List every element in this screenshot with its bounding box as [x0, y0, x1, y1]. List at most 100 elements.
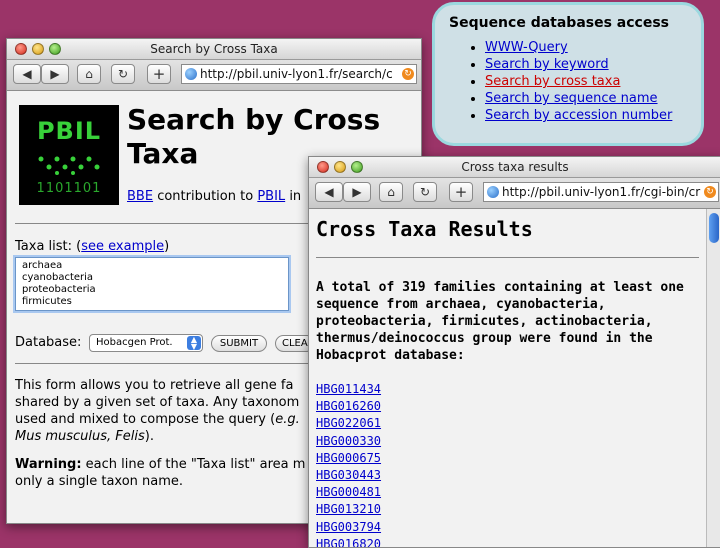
forward-button[interactable]: ▶	[343, 182, 371, 202]
submit-button[interactable]: SUBMIT	[211, 335, 267, 352]
desc-line: shared by a given set of taxa. Any taxon…	[15, 395, 300, 410]
go-icon[interactable]: ↻	[402, 68, 414, 80]
window-controls	[15, 43, 61, 55]
result-link[interactable]: HBG013210	[316, 501, 381, 518]
panel-item: Search by cross taxa	[485, 73, 689, 90]
result-link[interactable]: HBG011434	[316, 381, 381, 398]
results-window: Cross taxa results ◀ ▶ ⌂ ↻ + http://pbil…	[308, 156, 720, 548]
link-search-by-keyword[interactable]: Search by keyword	[485, 57, 609, 72]
result-link[interactable]: HBG000481	[316, 484, 381, 501]
back-button[interactable]: ◀	[13, 64, 41, 84]
vertical-scrollbar[interactable]	[706, 209, 720, 547]
home-button[interactable]: ⌂	[379, 182, 403, 202]
forward-button[interactable]: ▶	[41, 64, 69, 84]
desc-close: ).	[144, 429, 155, 444]
minimize-button[interactable]	[334, 161, 346, 173]
taxa-list-textarea[interactable]: archaea cyanobacteria proteobacteria fir…	[15, 257, 289, 311]
database-label: Database:	[15, 335, 82, 350]
results-list: HBG011434 HBG016260 HBG022061 HBG000330 …	[316, 381, 381, 547]
address-bar[interactable]: http://pbil.univ-lyon1.fr/cgi-bin/cr ↻	[483, 182, 719, 202]
minimize-button[interactable]	[32, 43, 44, 55]
home-icon: ⌂	[387, 185, 395, 199]
window-titlebar[interactable]: Cross taxa results	[309, 157, 720, 178]
window-controls	[317, 161, 363, 173]
result-link[interactable]: HBG000330	[316, 433, 381, 450]
reload-icon: ↻	[419, 185, 431, 199]
page-content: Cross Taxa Results A total of 319 famili…	[309, 209, 720, 547]
zoom-button[interactable]	[351, 161, 363, 173]
link-search-by-cross-taxa[interactable]: Search by cross taxa	[485, 74, 620, 89]
reload-button[interactable]: ↻	[111, 64, 135, 84]
logo-text: PBIL	[36, 117, 102, 145]
scrollbar-thumb[interactable]	[709, 213, 719, 243]
add-bookmark-icon: +	[152, 65, 166, 83]
link-search-by-accession-number[interactable]: Search by accession number	[485, 108, 672, 123]
back-icon: ◀	[324, 185, 334, 199]
see-example-link[interactable]: see example	[81, 239, 164, 254]
back-button[interactable]: ◀	[315, 182, 343, 202]
pbil-link[interactable]: PBIL	[257, 189, 285, 204]
add-bookmark-button[interactable]: +	[449, 182, 473, 202]
close-button[interactable]	[15, 43, 27, 55]
panel-item: Search by keyword	[485, 56, 689, 73]
panel-link-list: WWW-Query Search by keyword Search by cr…	[447, 39, 689, 124]
logo-bits: 1101101	[36, 181, 102, 196]
bbe-link[interactable]: BBE	[127, 189, 153, 204]
warning-label: Warning:	[15, 457, 82, 472]
reload-button[interactable]: ↻	[413, 182, 437, 202]
add-bookmark-icon: +	[454, 183, 468, 201]
address-bar[interactable]: http://pbil.univ-lyon1.fr/search/c ↻	[181, 64, 417, 84]
results-title: Cross Taxa Results	[316, 217, 533, 241]
desc-line: This form allows you to retrieve all gen…	[15, 378, 294, 393]
window-title: Search by Cross Taxa	[150, 42, 278, 56]
database-selected-value: Hobacgen Prot.	[96, 337, 173, 348]
taxa-list-label: Taxa list: (see example)	[15, 239, 170, 254]
result-link[interactable]: HBG000675	[316, 450, 381, 467]
globe-icon	[487, 186, 499, 198]
window-titlebar[interactable]: Search by Cross Taxa	[7, 39, 421, 60]
panel-title: Sequence databases access	[449, 15, 670, 31]
taxa-value: proteobacteria	[22, 284, 96, 295]
desc-eg: e.g.	[275, 412, 300, 427]
result-link[interactable]: HBG030443	[316, 467, 381, 484]
panel-item: Search by sequence name	[485, 90, 689, 107]
taxa-label-text: Taxa list:	[15, 239, 73, 254]
address-url: http://pbil.univ-lyon1.fr/search/c	[200, 67, 393, 81]
logo-dots-graphic	[38, 156, 100, 175]
link-search-by-sequence-name[interactable]: Search by sequence name	[485, 91, 658, 106]
select-arrows-icon: ▲ ▼	[187, 336, 201, 351]
address-url: http://pbil.univ-lyon1.fr/cgi-bin/cr	[502, 185, 701, 199]
back-icon: ◀	[22, 67, 32, 81]
taxa-value: firmicutes	[22, 296, 72, 307]
panel-item: WWW-Query	[485, 39, 689, 56]
contribution-tail: in	[289, 189, 302, 204]
contribution-line: BBE contribution to PBIL in	[127, 189, 301, 204]
result-link[interactable]: HBG022061	[316, 415, 381, 432]
warning-text: only a single taxon name.	[15, 474, 184, 489]
zoom-button[interactable]	[49, 43, 61, 55]
taxa-value: archaea	[22, 260, 63, 271]
desc-line: used and mixed to compose the query (	[15, 412, 276, 427]
divider	[316, 257, 699, 258]
reload-icon: ↻	[117, 67, 129, 81]
go-icon[interactable]: ↻	[704, 186, 716, 198]
close-button[interactable]	[317, 161, 329, 173]
database-select[interactable]: Hobacgen Prot. ▲ ▼	[89, 334, 203, 352]
result-link[interactable]: HBG003794	[316, 519, 381, 536]
desc-examples: Mus musculus, Felis	[15, 429, 145, 444]
taxa-value: cyanobacteria	[22, 272, 94, 283]
globe-icon	[185, 68, 197, 80]
link-www-query[interactable]: WWW-Query	[485, 40, 568, 55]
result-link[interactable]: HBG016260	[316, 398, 381, 415]
sequence-databases-panel: Sequence databases access WWW-Query Sear…	[432, 2, 704, 146]
result-link[interactable]: HBG016820	[316, 536, 381, 547]
contribution-text: contribution to	[157, 189, 254, 204]
home-button[interactable]: ⌂	[77, 64, 101, 84]
forward-icon: ▶	[50, 67, 60, 81]
warning-text: each line of the "Taxa list" area m	[85, 457, 306, 472]
add-bookmark-button[interactable]: +	[147, 64, 171, 84]
home-icon: ⌂	[85, 67, 93, 81]
pbil-logo: PBIL 1101101	[19, 105, 119, 205]
browser-toolbar: ◀ ▶ ⌂ ↻ + http://pbil.univ-lyon1.fr/cgi-…	[309, 178, 720, 209]
panel-item: Search by accession number	[485, 107, 689, 124]
